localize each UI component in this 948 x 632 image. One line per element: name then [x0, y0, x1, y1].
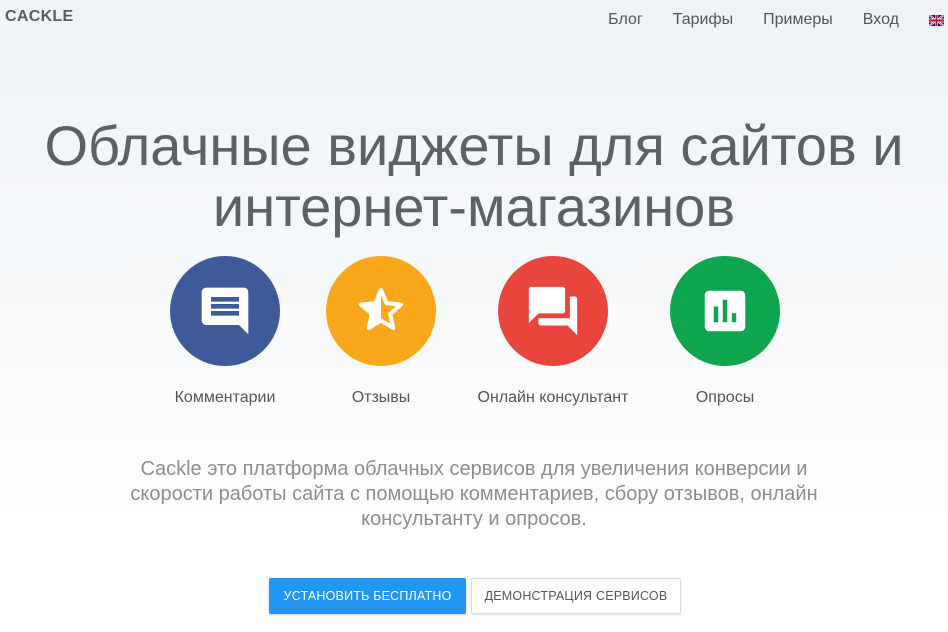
star-half-icon — [359, 288, 403, 330]
forum-icon — [528, 286, 578, 336]
feature-circle — [170, 256, 280, 366]
description-line: консультанту и опросов. — [361, 508, 587, 530]
feature-label: Опросы — [695, 389, 755, 406]
hero-title-line: Облачные виджеты для сайтов и — [44, 114, 904, 177]
services-demo-button[interactable]: ДЕМОНСТРАЦИЯ СЕРВИСОВ — [471, 578, 681, 614]
hero-title-line: интернет-магазинов — [212, 175, 736, 238]
nav-link-examples[interactable]: Примеры — [763, 10, 833, 30]
nav-link-pricing[interactable]: Тарифы — [673, 10, 733, 30]
uk-flag-icon[interactable] — [929, 14, 944, 26]
feature-polls[interactable]: Опросы — [635, 256, 815, 408]
install-free-button[interactable]: УСТАНОВИТЬ БЕСПЛАТНО — [269, 578, 466, 614]
nav-link-blog[interactable]: Блог — [608, 10, 643, 30]
feature-label: Комментарии — [174, 389, 276, 406]
feature-label: Отзывы — [351, 389, 411, 406]
poll-icon — [704, 290, 746, 332]
feature-circle — [670, 256, 780, 366]
description-line: Cackle это платформа облачных сервисов д… — [140, 458, 808, 480]
feature-comments[interactable]: Комментарии — [135, 256, 315, 408]
hero-title: Облачные виджеты для сайтов и интернет-м… — [0, 115, 948, 237]
feature-circle — [498, 256, 608, 366]
hero-description: Cackle это платформа облачных сервисов д… — [0, 457, 948, 532]
comment-icon — [201, 287, 249, 335]
logo[interactable]: CACKLE — [5, 8, 73, 26]
feature-circle — [326, 256, 436, 366]
top-nav: Блог Тарифы Примеры Вход — [608, 10, 944, 30]
feature-label: Онлайн консультант — [477, 389, 629, 406]
description-line: скорости работы сайта с помощью коммента… — [130, 483, 818, 505]
nav-link-login[interactable]: Вход — [863, 10, 899, 30]
feature-online-consultant[interactable]: Онлайн консультант — [463, 256, 643, 408]
feature-reviews[interactable]: Отзывы — [291, 256, 471, 408]
